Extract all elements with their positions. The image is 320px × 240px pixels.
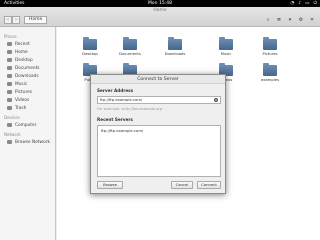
folder-icon bbox=[263, 37, 277, 50]
sidebar-item-label: Desktop bbox=[15, 57, 33, 63]
downloads-icon bbox=[7, 74, 12, 78]
sidebar-item-label: Downloads bbox=[15, 73, 39, 79]
sidebar-item-label: Computer bbox=[15, 122, 37, 128]
desktop-icon bbox=[7, 58, 12, 62]
folder-label: Documents bbox=[119, 51, 141, 56]
folder-label: Pictures bbox=[262, 51, 278, 56]
clock[interactable]: Mon 15:48 bbox=[130, 0, 190, 7]
sidebar: Places Recent Home Desktop Documents Dow… bbox=[0, 27, 56, 240]
sidebar-item-label: Documents bbox=[15, 65, 40, 71]
server-address-value[interactable]: ftp://ftp.example.com/ bbox=[100, 97, 142, 102]
navigation-buttons: ‹ › bbox=[4, 16, 20, 24]
folder-icon bbox=[168, 37, 182, 50]
back-icon[interactable]: ‹ bbox=[4, 16, 12, 24]
gear-icon[interactable]: ⚙ bbox=[297, 16, 305, 24]
documents-icon bbox=[7, 66, 12, 70]
sidebar-network-header: Network bbox=[4, 132, 21, 137]
sidebar-item-videos[interactable]: Videos bbox=[0, 96, 55, 104]
trash-icon bbox=[7, 106, 12, 110]
pictures-icon bbox=[7, 90, 12, 94]
folder-label: Desktop bbox=[82, 51, 98, 56]
folder-label: Music bbox=[220, 51, 232, 56]
search-icon[interactable]: ⌕ bbox=[264, 16, 272, 24]
sidebar-item-documents[interactable]: Documents bbox=[0, 64, 55, 72]
folder-item[interactable]: Music bbox=[209, 37, 243, 56]
server-address-hint: For example, smb://foo.example.org bbox=[97, 107, 163, 111]
volume-icon[interactable]: ♪ bbox=[298, 0, 301, 7]
recent-servers-list[interactable]: ftp://ftp.example.com/ bbox=[97, 125, 221, 177]
computer-icon bbox=[7, 123, 12, 127]
sidebar-item-pictures[interactable]: Pictures bbox=[0, 88, 55, 96]
sidebar-item-label: Music bbox=[15, 81, 28, 87]
sidebar-item-label: Browse Network bbox=[15, 139, 50, 145]
view-mode-icon[interactable]: ≣ bbox=[275, 16, 283, 24]
videos-icon bbox=[7, 98, 12, 102]
sidebar-item-label: Recent bbox=[15, 41, 30, 47]
browse-button[interactable]: Browse bbox=[97, 181, 123, 189]
path-bar[interactable]: Home bbox=[24, 16, 48, 24]
top-bar: Activities Mon 15:48 ◔ ♪ ▭ ⏻ bbox=[0, 0, 320, 7]
sidebar-item-desktop[interactable]: Desktop bbox=[0, 56, 55, 64]
sidebar-item-downloads[interactable]: Downloads bbox=[0, 72, 55, 80]
path-home-label[interactable]: Home bbox=[29, 17, 42, 22]
power-icon[interactable]: ⏻ bbox=[313, 0, 317, 7]
music-icon bbox=[7, 82, 12, 86]
activities-button[interactable]: Activities bbox=[4, 0, 25, 7]
dialog-title: Connect to Server bbox=[91, 75, 225, 84]
folder-label: examples bbox=[260, 77, 280, 82]
system-tray[interactable]: ◔ ♪ ▭ ⏻ bbox=[290, 0, 317, 7]
connect-button[interactable]: Connect bbox=[197, 181, 221, 189]
folder-label: Downloads bbox=[164, 51, 186, 56]
sidebar-item-music[interactable]: Music bbox=[0, 80, 55, 88]
sidebar-item-home[interactable]: Home bbox=[0, 48, 55, 56]
folder-item[interactable]: Downloads bbox=[158, 37, 192, 56]
header-icons: ⌕ ≣ ▾ ⚙ ✕ bbox=[264, 16, 316, 24]
header-bar: Home ‹ › Home ⌕ ≣ ▾ ⚙ ✕ bbox=[0, 7, 320, 27]
connect-to-server-dialog: Connect to Server Server Address ftp://f… bbox=[90, 74, 226, 194]
window-title: Home bbox=[153, 8, 167, 13]
sidebar-item-label: Pictures bbox=[15, 89, 33, 95]
menu-icon[interactable]: ▾ bbox=[286, 16, 294, 24]
folder-icon bbox=[263, 63, 277, 76]
close-icon[interactable]: ✕ bbox=[308, 16, 316, 24]
network-icon bbox=[7, 140, 12, 144]
folder-item[interactable]: Documents bbox=[113, 37, 147, 56]
sidebar-places-header: Places bbox=[4, 34, 17, 39]
network-icon[interactable]: ◔ bbox=[290, 0, 294, 7]
list-item[interactable]: ftp://ftp.example.com/ bbox=[98, 126, 220, 135]
sidebar-item-label: Trash bbox=[15, 105, 27, 111]
forward-icon[interactable]: › bbox=[12, 16, 20, 24]
folder-item[interactable]: Desktop bbox=[73, 37, 107, 56]
cancel-button[interactable]: Cancel bbox=[171, 181, 193, 189]
sidebar-item-recent[interactable]: Recent bbox=[0, 40, 55, 48]
battery-icon[interactable]: ▭ bbox=[305, 0, 309, 7]
folder-icon bbox=[219, 37, 233, 50]
folder-item[interactable]: examples bbox=[253, 63, 287, 82]
folder-icon bbox=[83, 37, 97, 50]
folder-icon bbox=[123, 37, 137, 50]
clear-icon[interactable]: ✕ bbox=[214, 98, 218, 102]
sidebar-item-trash[interactable]: Trash bbox=[0, 104, 55, 112]
sidebar-devices-header: Devices bbox=[4, 115, 20, 120]
server-address-input[interactable]: ftp://ftp.example.com/ ✕ bbox=[97, 96, 221, 104]
recent-icon bbox=[7, 42, 12, 46]
recent-servers-label: Recent Servers bbox=[97, 117, 133, 122]
sidebar-item-label: Videos bbox=[15, 97, 30, 103]
home-icon bbox=[7, 50, 12, 54]
server-address-label: Server Address bbox=[97, 88, 134, 93]
folder-item[interactable]: Pictures bbox=[253, 37, 287, 56]
sidebar-item-browse-network[interactable]: Browse Network bbox=[0, 138, 55, 146]
sidebar-item-label: Home bbox=[15, 49, 28, 55]
sidebar-item-computer[interactable]: Computer bbox=[0, 121, 55, 129]
